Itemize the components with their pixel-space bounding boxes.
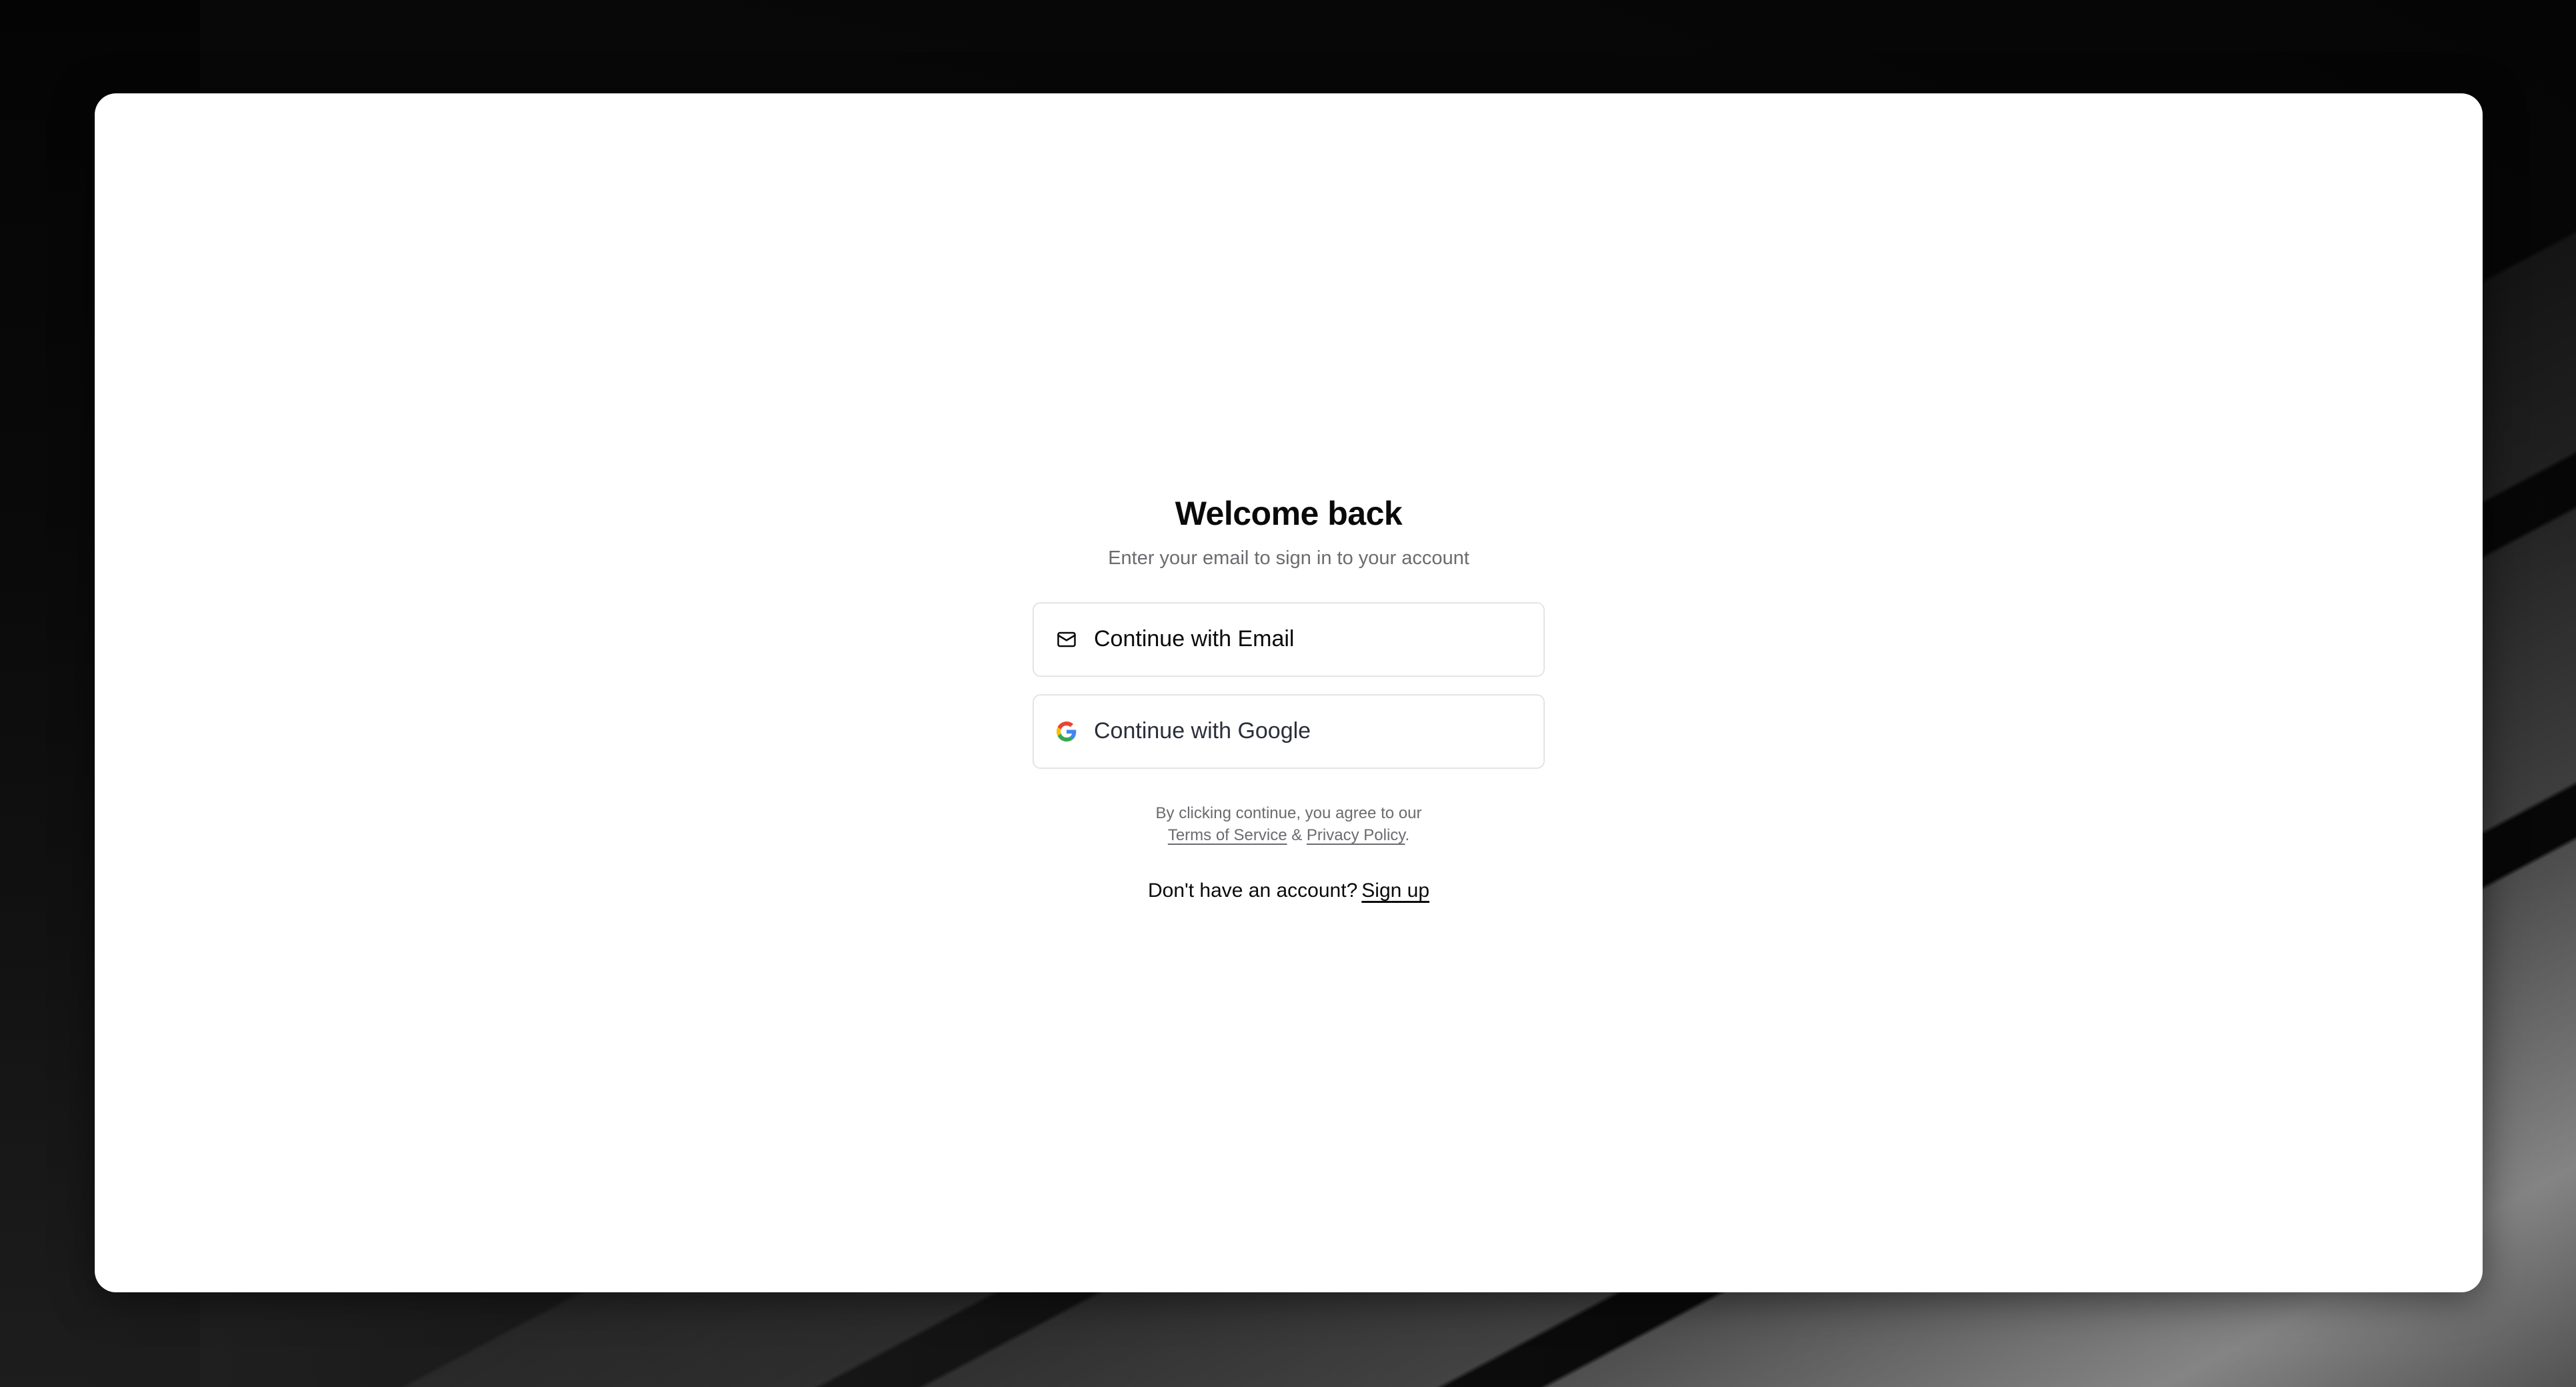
continue-with-email-button[interactable]: Continue with Email — [1033, 601, 1545, 677]
signup-prompt-row: Don't have an account? Sign up — [1148, 880, 1429, 902]
continue-with-google-button[interactable]: Continue with Google — [1033, 694, 1545, 769]
privacy-policy-link[interactable]: Privacy Policy — [1307, 826, 1405, 844]
page-subtitle: Enter your email to sign in to your acco… — [1108, 547, 1469, 569]
page-title: Welcome back — [1175, 495, 1403, 532]
terms-prefix: By clicking continue, you agree to our — [1155, 804, 1422, 822]
continue-with-google-label: Continue with Google — [1094, 718, 1311, 744]
continue-with-email-label: Continue with Email — [1094, 626, 1295, 652]
terms-links-line: Terms of Service & Privacy Policy. — [1156, 824, 1422, 846]
google-icon — [1055, 720, 1078, 743]
terms-notice: By clicking continue, you agree to our T… — [1156, 802, 1422, 846]
mail-icon — [1055, 628, 1078, 651]
auth-card: Welcome back Enter your email to sign in… — [95, 93, 2483, 1292]
terms-joiner: & — [1291, 826, 1303, 844]
sign-up-link[interactable]: Sign up — [1361, 880, 1429, 902]
terms-suffix: . — [1405, 826, 1410, 844]
signup-prompt: Don't have an account? — [1147, 879, 1358, 902]
auth-form: Welcome back Enter your email to sign in… — [1033, 493, 1545, 902]
terms-of-service-link[interactable]: Terms of Service — [1168, 826, 1287, 844]
